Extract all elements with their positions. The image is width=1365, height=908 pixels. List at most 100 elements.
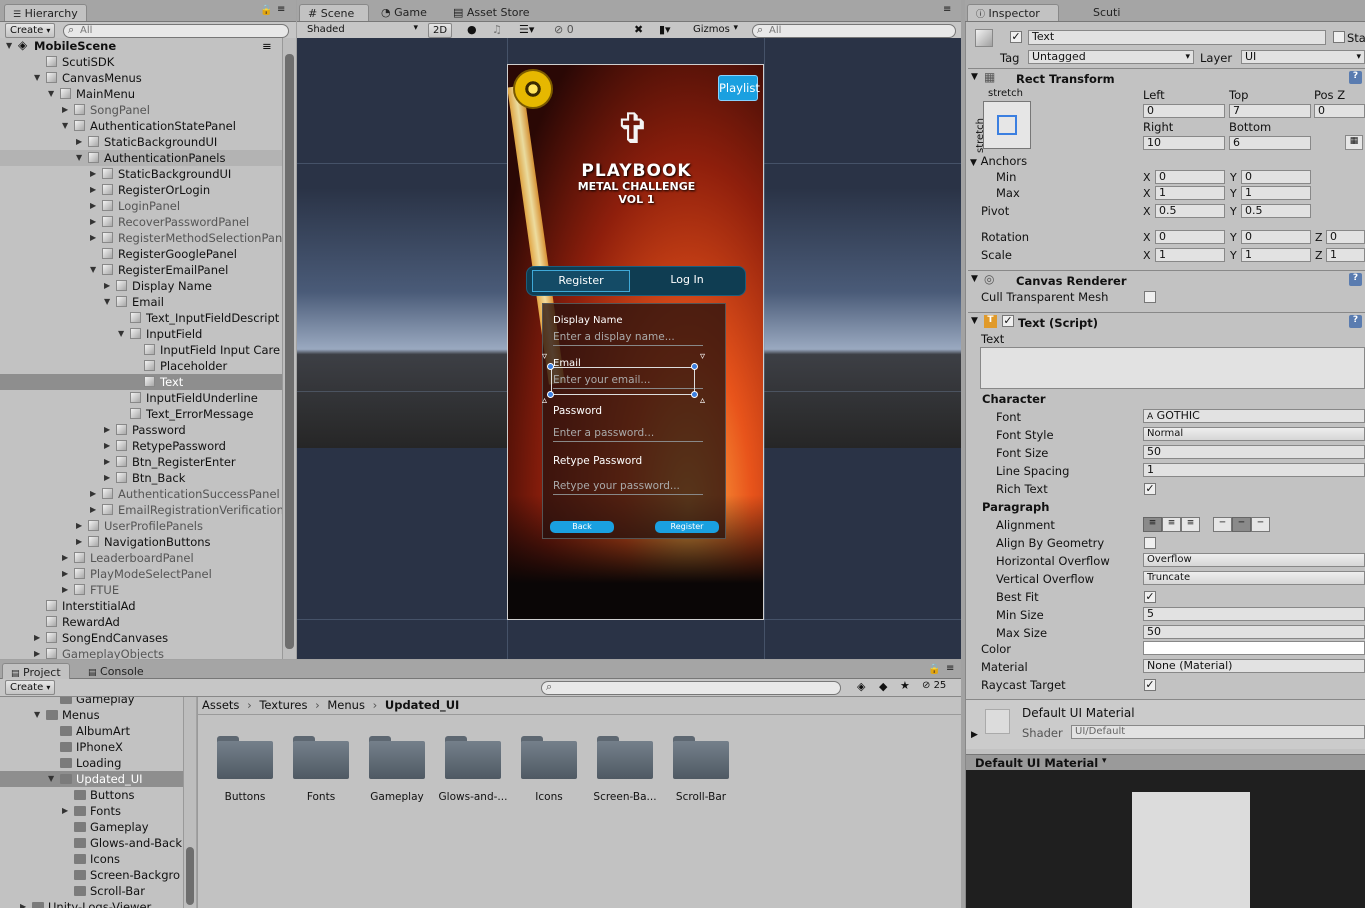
align-center-button[interactable]: ≡ [1162, 517, 1181, 532]
anchor-max-y-input[interactable]: 1 [1241, 186, 1311, 200]
hierarchy-search-input[interactable]: All [63, 23, 289, 38]
rect-handle[interactable] [691, 391, 698, 398]
tab-inspector[interactable]: ⓘ Inspector [967, 4, 1059, 21]
folder-item[interactable] [445, 736, 501, 780]
panel-menu-icon[interactable]: ≡ [943, 4, 951, 15]
rect-transform-header[interactable]: ▼ ▦ Rect Transform ? [968, 68, 1365, 86]
material-field[interactable]: None (Material) [1143, 659, 1365, 673]
max-size-input[interactable]: 50 [1143, 625, 1365, 639]
scale-z-input[interactable]: 1 [1326, 248, 1365, 262]
font-style-dropdown[interactable]: Normal [1143, 427, 1365, 441]
breadcrumb-updated-ui[interactable]: Updated_UI [385, 698, 459, 712]
folder-item[interactable] [217, 736, 273, 780]
hidden-objects-icon[interactable]: ⊘ 0 [554, 23, 574, 36]
hierarchy-row[interactable]: ▶ RetypePassword [0, 438, 282, 454]
folder-item[interactable] [597, 736, 653, 780]
align-bottom-button[interactable]: ─ [1251, 517, 1270, 532]
folder-label[interactable]: Icons [509, 791, 589, 803]
pivot-x-input[interactable]: 0.5 [1155, 204, 1225, 218]
favorite-star-icon[interactable]: ★ [900, 679, 910, 692]
hierarchy-row[interactable]: RewardAd [0, 614, 282, 630]
panel-menu-icon[interactable]: ≡ [277, 4, 285, 15]
hierarchy-row[interactable]: ▶ StaticBackgroundUI [0, 166, 282, 182]
preview-dropdown-icon[interactable]: ▾ [1102, 756, 1107, 766]
game-canvas[interactable]: Playlist ✞ PLAYBOOK METAL CHALLENGE VOL … [507, 64, 764, 620]
anchor-max-x-input[interactable]: 1 [1155, 186, 1225, 200]
breadcrumb-assets[interactable]: Assets [202, 698, 239, 712]
expanded-arrow-icon[interactable]: ▼ [104, 297, 110, 306]
text-enabled-checkbox[interactable]: ✓ [1002, 315, 1014, 327]
tab-login[interactable]: Log In [638, 270, 736, 292]
lock-icon[interactable]: 🔒 [928, 664, 940, 675]
project-tree-row[interactable]: ▶ Unity-Logs-Viewer [0, 899, 183, 908]
folder-label[interactable]: Glows-and-... [433, 791, 513, 803]
expanded-arrow-icon[interactable]: ▼ [6, 41, 12, 50]
create-button[interactable]: Create ▾ [5, 23, 55, 38]
anchor-presets-button[interactable] [983, 101, 1031, 149]
hierarchy-row[interactable]: RegisterGooglePanel [0, 246, 282, 262]
font-size-input[interactable]: 50 [1143, 445, 1365, 459]
camera-icon[interactable]: ▮▾ [659, 23, 671, 36]
tag-dropdown[interactable]: Untagged [1028, 50, 1194, 64]
hierarchy-row[interactable]: ▶ EmailRegistrationVerification [0, 502, 282, 518]
collapsed-arrow-icon[interactable]: ▶ [90, 489, 96, 498]
folder-label[interactable]: Fonts [281, 791, 361, 803]
hierarchy-row[interactable]: Text_InputFieldDescript [0, 310, 282, 326]
hierarchy-row[interactable]: ▶ NavigationButtons [0, 534, 282, 550]
anchor-min-y-input[interactable]: 0 [1241, 170, 1311, 184]
blueprint-mode-button[interactable]: ▦ [1345, 135, 1363, 150]
hierarchy-row[interactable]: Text_ErrorMessage [0, 406, 282, 422]
expanded-arrow-icon[interactable]: ▼ [48, 774, 54, 783]
project-tree-row[interactable]: Icons [0, 851, 183, 867]
folder-item[interactable] [369, 736, 425, 780]
collapsed-arrow-icon[interactable]: ▶ [62, 553, 68, 562]
tab-asset-store[interactable]: ▤ Asset Store [445, 4, 538, 21]
project-tree-row[interactable]: Gameplay [0, 819, 183, 835]
hierarchy-row[interactable]: InterstitialAd [0, 598, 282, 614]
best-fit-checkbox[interactable]: ✓ [1144, 591, 1156, 603]
project-tree-row[interactable]: Buttons [0, 787, 183, 803]
tab-hierarchy[interactable]: ☰ Hierarchy [4, 4, 87, 21]
anchors-label[interactable]: ▼ Anchors [970, 154, 1027, 168]
expanded-arrow-icon[interactable]: ▼ [76, 153, 82, 162]
project-tree-row[interactable]: ▼ Menus [0, 707, 183, 723]
hierarchy-row[interactable]: Placeholder [0, 358, 282, 374]
text-script-header[interactable]: ▼ T ✓ Text (Script) ? [968, 312, 1365, 330]
breadcrumb-textures[interactable]: Textures [259, 698, 307, 712]
align-by-geometry-checkbox[interactable] [1144, 537, 1156, 549]
collapsed-arrow-icon[interactable]: ▶ [104, 441, 110, 450]
folder-item[interactable] [673, 736, 729, 780]
gizmos-dropdown[interactable]: Gizmos [689, 23, 741, 38]
shader-dropdown[interactable]: UI/Default [1071, 725, 1365, 739]
hierarchy-scrollbar[interactable] [282, 38, 296, 659]
static-checkbox[interactable] [1333, 31, 1345, 43]
hierarchy-row[interactable]: Text [0, 374, 282, 390]
hierarchy-row[interactable]: ▶ Btn_Back [0, 470, 282, 486]
hierarchy-row[interactable]: ScutiSDK [0, 54, 282, 70]
expanded-arrow-icon[interactable]: ▼ [62, 121, 68, 130]
anchor-handle-icon[interactable]: ▵ [542, 395, 547, 406]
canvas-renderer-header[interactable]: ▼ ◎ Canvas Renderer ? [968, 270, 1365, 288]
rect-handle[interactable] [691, 363, 698, 370]
hierarchy-row[interactable]: InputFieldUnderline [0, 390, 282, 406]
folder-label[interactable]: Buttons [205, 791, 285, 803]
font-field[interactable]: A GOTHIC [1143, 409, 1365, 423]
collapsed-arrow-icon[interactable]: ▶ [104, 281, 110, 290]
collapsed-arrow-icon[interactable]: ▶ [90, 201, 96, 210]
project-search-input[interactable] [541, 680, 841, 695]
tab-scene[interactable]: # Scene [299, 4, 369, 21]
right-input[interactable]: 10 [1143, 136, 1225, 150]
hierarchy-row[interactable]: InputField Input Care [0, 342, 282, 358]
hierarchy-row[interactable]: ▶ Btn_RegisterEnter [0, 454, 282, 470]
project-tree-row[interactable]: Screen-Backgro [0, 867, 183, 883]
posz-input[interactable]: 0 [1314, 104, 1365, 118]
hierarchy-row[interactable]: ▶ FTUE [0, 582, 282, 598]
hierarchy-row[interactable]: ▼ Email [0, 294, 282, 310]
hierarchy-row[interactable]: ▶ AuthenticationSuccessPanel [0, 486, 282, 502]
help-icon[interactable]: ? [1349, 315, 1362, 328]
hierarchy-row[interactable]: ▼ InputField [0, 326, 282, 342]
register-button[interactable]: Register [655, 521, 719, 533]
hierarchy-row[interactable]: ▶ LeaderboardPanel [0, 550, 282, 566]
tab-register[interactable]: Register [532, 270, 630, 292]
record-icon[interactable] [513, 69, 553, 109]
